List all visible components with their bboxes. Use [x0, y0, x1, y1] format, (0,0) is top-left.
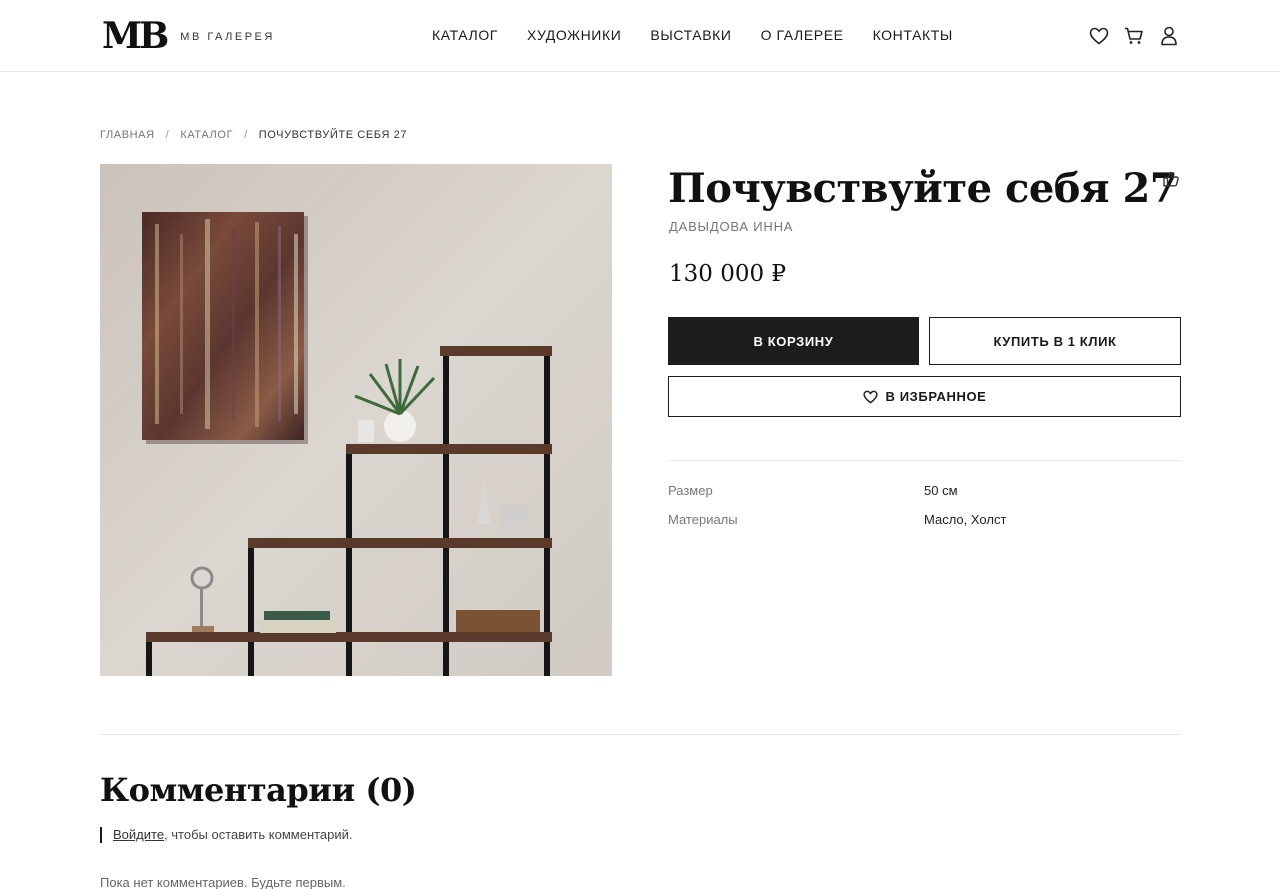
breadcrumb: ГЛАВНАЯ / КАТАЛОГ / ПОЧУВСТВУЙТЕ СЕБЯ 27 — [100, 128, 407, 142]
header-actions — [1088, 25, 1193, 47]
artwork-image[interactable] — [100, 164, 612, 676]
add-to-cart-button[interactable]: В КОРЗИНУ — [668, 317, 919, 365]
favorite-label: В ИЗБРАННОЕ — [885, 389, 987, 404]
login-link[interactable]: Войдите — [113, 827, 164, 842]
nav-item-about[interactable]: О ГАЛЕРЕЕ — [761, 27, 844, 43]
breadcrumb-current: ПОЧУВСТВУЙТЕ СЕБЯ 27 — [258, 129, 408, 141]
heart-icon — [862, 390, 878, 404]
divider — [668, 460, 1181, 461]
spec-value: 50 см — [924, 483, 958, 498]
spec-label: Размер — [668, 483, 713, 498]
artwork-photo — [100, 164, 612, 676]
product-title: Почувствуйте себя 27 — [668, 165, 1178, 212]
nav-item-catalog[interactable]: КАТАЛОГ — [432, 27, 498, 43]
logo-mark: MB — [102, 15, 169, 57]
breadcrumb-separator: / — [165, 129, 170, 141]
logo[interactable]: MB МВ ГАЛЕРЕЯ — [102, 16, 275, 56]
thumbs-up-icon[interactable] — [1162, 170, 1182, 190]
breadcrumb-catalog[interactable]: КАТАЛОГ — [180, 128, 233, 142]
spec-value: Масло, Холст — [924, 512, 1007, 527]
heart-icon[interactable] — [1088, 25, 1110, 47]
cart-icon[interactable] — [1123, 25, 1145, 47]
logo-text: МВ ГАЛЕРЕЯ — [180, 31, 275, 43]
nav-item-contacts[interactable]: КОНТАКТЫ — [873, 27, 953, 43]
breadcrumb-separator: / — [244, 129, 248, 141]
buy-one-click-button[interactable]: КУПИТЬ В 1 КЛИК — [929, 317, 1181, 365]
breadcrumb-home[interactable]: ГЛАВНАЯ — [100, 128, 155, 142]
nav-item-artists[interactable]: ХУДОЖНИКИ — [527, 27, 621, 43]
site-header: MB МВ ГАЛЕРЕЯ КАТАЛОГ ХУДОЖНИКИ ВЫСТАВКИ… — [0, 0, 1280, 72]
artist-name[interactable]: ДАВЫДОВА ИННА — [669, 219, 793, 235]
login-prompt: Войдите, чтобы оставить комментарий. — [100, 827, 353, 843]
add-to-favorites-button[interactable]: В ИЗБРАННОЕ — [668, 376, 1181, 417]
product-price: 130 000 ₽ — [669, 261, 787, 287]
login-suffix: , чтобы оставить комментарий. — [164, 827, 353, 842]
user-icon[interactable] — [1158, 25, 1180, 47]
nav-item-exhibitions[interactable]: ВЫСТАВКИ — [650, 27, 731, 43]
spec-label: Материалы — [668, 512, 738, 527]
divider — [100, 734, 1181, 735]
main-nav: КАТАЛОГ ХУДОЖНИКИ ВЫСТАВКИ О ГАЛЕРЕЕ КОН… — [432, 27, 982, 43]
no-comments-text: Пока нет комментариев. Будьте первым. — [100, 875, 346, 889]
comments-title: Комментарии (0) — [100, 771, 417, 809]
